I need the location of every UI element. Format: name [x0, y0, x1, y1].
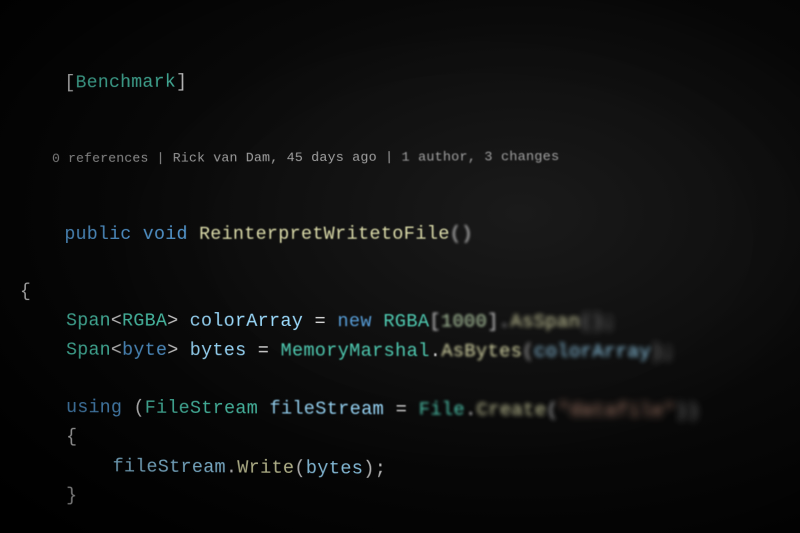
code-line-2: Span<byte> bytes = MemoryMarshal.AsBytes…: [20, 336, 800, 369]
inner-brace-close: }: [20, 481, 800, 519]
keyword-using: using: [66, 398, 122, 419]
method-name: ReinterpretWritetoFile: [199, 224, 450, 244]
var-filestream: fileStream: [113, 457, 226, 478]
codelens-refs[interactable]: 0 references: [52, 151, 148, 166]
arg-colorarray: colorArray: [534, 342, 651, 363]
var-filestream: fileStream: [269, 400, 384, 421]
codelens-author[interactable]: Rick van Dam, 45 days ago: [173, 150, 377, 166]
type-rgba: RGBA: [383, 312, 429, 333]
type-memorymarshal: MemoryMarshal: [281, 341, 430, 362]
parens: (): [450, 224, 473, 244]
keyword-byte: byte: [122, 340, 167, 360]
type-span: Span: [66, 311, 111, 331]
method-asspan: AsSpan: [510, 312, 580, 333]
var-colorarray: colorArray: [190, 311, 304, 332]
array-size: 1000: [441, 312, 488, 333]
code-line-3: using (FileStream fileStream = File.Crea…: [20, 394, 800, 429]
code-editor[interactable]: [Benchmark] 0 references | Rick van Dam,…: [0, 0, 800, 520]
method-signature: public void ReinterpretWritetoFile(): [20, 190, 800, 279]
arg-bytes: bytes: [306, 459, 364, 480]
codelens-sep: |: [149, 151, 173, 166]
bracket-close: ]: [176, 72, 187, 92]
type-rgba: RGBA: [122, 311, 167, 331]
attribute-name: Benchmark: [76, 72, 176, 93]
var-bytes: bytes: [190, 341, 247, 362]
method-create: Create: [477, 401, 547, 422]
type-filestream: FileStream: [145, 399, 258, 420]
type-span: Span: [66, 340, 111, 360]
method-write: Write: [237, 458, 294, 479]
attribute-line: [Benchmark]: [20, 34, 800, 127]
codelens-changes[interactable]: 1 author, 3 changes: [401, 149, 559, 165]
codelens[interactable]: 0 references | Rick van Dam, 45 days ago…: [20, 124, 800, 190]
keyword-new: new: [337, 312, 372, 332]
keyword-public: public: [65, 224, 132, 244]
string-datafile: "datafile": [558, 401, 676, 423]
code-line-1: Span<RGBA> colorArray = new RGBA[1000].A…: [20, 307, 800, 339]
brace-open: {: [20, 278, 800, 309]
method-asbytes: AsBytes: [441, 342, 522, 363]
type-file: File: [419, 400, 466, 421]
keyword-void: void: [143, 224, 188, 244]
codelens-sep: |: [377, 150, 402, 165]
bracket-open: [: [65, 73, 76, 93]
